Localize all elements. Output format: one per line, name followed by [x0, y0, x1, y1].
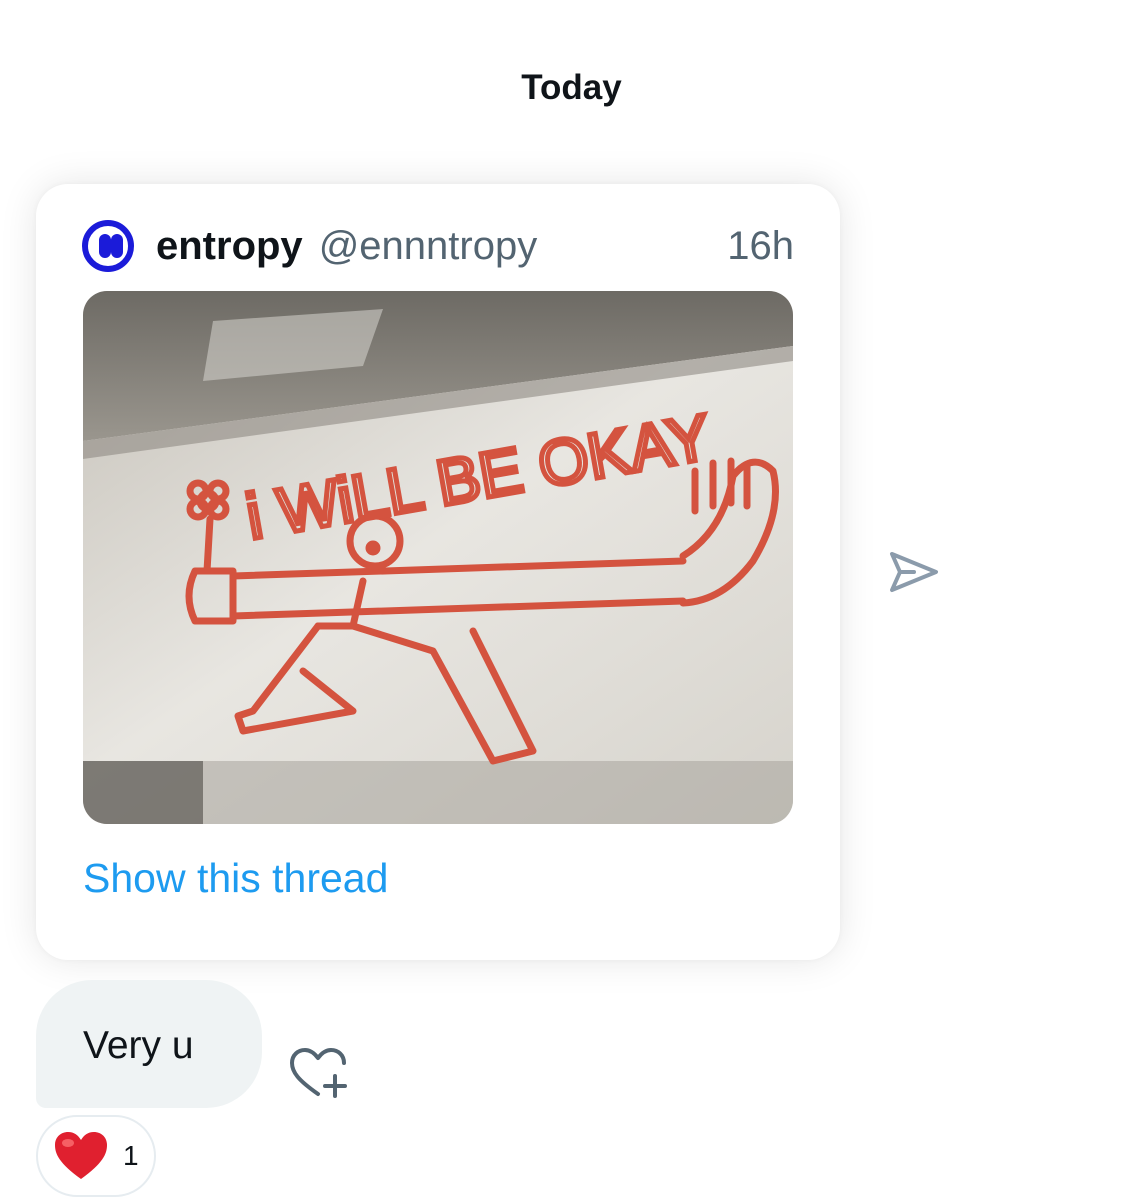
graffiti-photo: i WiLL BE OKAY — [83, 291, 793, 824]
shared-tweet-card[interactable]: entropy @ennntropy 16h i WiLL BE OKAY Sh… — [36, 184, 840, 960]
reaction-chip[interactable]: 1 — [36, 1115, 156, 1197]
dm-conversation: Today entropy @ennntropy 16h i WiLL BE O… — [0, 0, 1143, 1200]
message-bubble[interactable]: Very u — [36, 980, 262, 1108]
tweet-header: entropy @ennntropy 16h — [82, 220, 794, 272]
author-handle: @ennntropy — [318, 223, 538, 268]
author-name[interactable]: entropy — [156, 224, 303, 269]
avatar[interactable] — [82, 220, 134, 272]
tweet-timestamp[interactable]: 16h — [727, 224, 794, 269]
date-divider: Today — [521, 68, 622, 107]
heart-plus-icon[interactable] — [288, 1046, 352, 1102]
message-text: Very u — [83, 1024, 194, 1067]
share-send-icon[interactable] — [886, 546, 942, 598]
show-thread-link[interactable]: Show this thread — [83, 855, 388, 902]
red-heart-icon — [55, 1132, 107, 1179]
reaction-count: 1 — [123, 1140, 139, 1171]
tweet-image[interactable]: i WiLL BE OKAY — [83, 291, 793, 824]
